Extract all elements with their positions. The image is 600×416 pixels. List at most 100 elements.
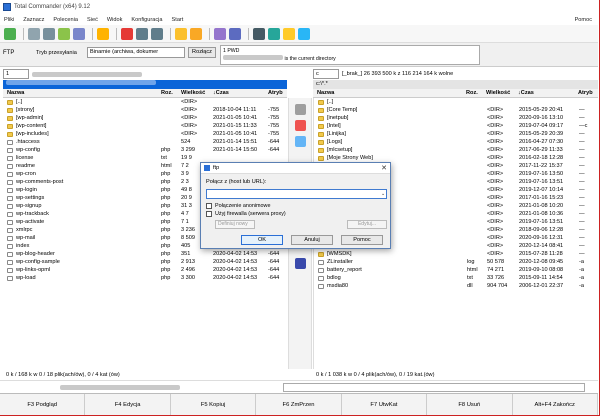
multi-rename-icon[interactable] xyxy=(268,27,280,40)
refresh-icon[interactable] xyxy=(4,27,16,40)
left-path-bar[interactable] xyxy=(3,80,287,89)
col-name[interactable]: Nazwa xyxy=(7,90,24,96)
search-icon[interactable] xyxy=(253,27,265,40)
dialog-title: ftp xyxy=(213,165,220,171)
f5-copy-button[interactable]: F5 Kopiuj xyxy=(170,394,257,415)
list-item[interactable]: [wp-admin] <DIR> 2021-01-05 10:41 -755 xyxy=(3,114,287,122)
unzip-icon[interactable] xyxy=(190,27,202,40)
f4-edit-button[interactable]: F4 Edycja xyxy=(85,394,171,415)
list-item[interactable]: [Core Temp] <DIR> 2015-05-29 20:41 — xyxy=(314,106,598,114)
list-item[interactable]: .htaccess 524 2021-01-14 15:51 -644 xyxy=(3,138,287,146)
list-item[interactable]: ZLinstaller log 50 578 2020-12-08 09:45 -a xyxy=(314,258,598,266)
command-line-input[interactable] xyxy=(283,383,585,392)
disconnect-button[interactable]: Rozłącz xyxy=(188,47,216,58)
list-item[interactable]: [Intel] <DIR> 2019-07-04 09:17 —c xyxy=(314,122,598,130)
thumbnails-icon[interactable] xyxy=(58,27,70,40)
f3-view-button[interactable]: F3 Podgląd xyxy=(0,394,86,415)
altf4-exit-button[interactable]: Alt+F4 Zakończ xyxy=(512,394,598,415)
list-item[interactable]: wp-links-opml php 2 496 2020-04-02 14:53 -64… xyxy=(3,266,287,274)
forward-icon[interactable] xyxy=(151,27,163,40)
col-attr[interactable]: Atryb xyxy=(578,90,593,96)
menu-pomoc[interactable]: Pomoc xyxy=(575,17,592,23)
full-view-icon[interactable] xyxy=(43,27,55,40)
anonymous-checkbox[interactable] xyxy=(206,203,212,209)
list-item[interactable]: [mlcsetup] <DIR> 2017-06-29 11:33 — xyxy=(314,146,598,154)
col-attr[interactable]: Atryb xyxy=(268,90,283,96)
col-name[interactable]: Nazwa xyxy=(317,90,334,96)
list-item[interactable]: wp-blog-header php 351 2020-04-02 14:53 -644 xyxy=(3,250,287,258)
item-date: 2021-01-05 10:41 xyxy=(213,131,258,137)
list-item[interactable]: [Logs] <DIR> 2016-04-27 07:30 — xyxy=(314,138,598,146)
list-item[interactable]: msdia80 dll 904 704 2006-12-01 22:37 -a xyxy=(314,282,598,290)
list-item[interactable]: wp-config php 3 299 2021-01-14 15:50 -644 xyxy=(3,146,287,154)
list-item[interactable]: wp-config-sample php 2 913 2020-04-02 14:53… xyxy=(3,258,287,266)
redacted-text xyxy=(6,80,156,85)
list-item[interactable]: wp-load php 3 300 2020-04-02 14:53 -644 xyxy=(3,274,287,282)
vbar-delete-icon[interactable] xyxy=(295,120,306,131)
list-item[interactable]: [strony] <DIR> 2018-10-04 11:11 -755 xyxy=(3,106,287,114)
zip-icon[interactable] xyxy=(175,27,187,40)
brief-view-icon[interactable] xyxy=(28,27,40,40)
item-attr: — xyxy=(579,187,585,193)
list-item[interactable]: battery_report html 74 271 2019-09-10 08:08… xyxy=(314,266,598,274)
list-item[interactable]: [WMSDK] <DIR> 2015-07-28 11:28 — xyxy=(314,250,598,258)
right-path-bar[interactable]: c:\*.* xyxy=(313,80,598,89)
menu-widok[interactable]: Widok xyxy=(107,17,123,23)
ftp-connect-icon[interactable] xyxy=(214,27,226,40)
list-item[interactable]: [Linijka] <DIR> 2015-05-29 20:39 — xyxy=(314,130,598,138)
list-item[interactable]: [wp-content] <DIR> 2021-01-15 11:33 -755 xyxy=(3,122,287,130)
col-ext[interactable]: Roz. xyxy=(161,90,173,96)
menu-siec[interactable]: Sieć xyxy=(87,17,98,23)
item-attr: -755 xyxy=(268,131,280,137)
list-item[interactable]: [..] xyxy=(314,98,598,106)
file-icon xyxy=(7,227,13,233)
list-item[interactable]: bdlog txt 33 726 2015-09-11 14:54 -a xyxy=(314,274,598,282)
chevron-down-icon[interactable]: ⌄ xyxy=(381,191,389,197)
col-date[interactable]: ↓Czas xyxy=(518,90,534,96)
f8-delete-button[interactable]: F8 Usuń xyxy=(427,394,513,415)
item-name: [Moje Strony Web] xyxy=(327,155,373,161)
vbar-save-icon[interactable] xyxy=(295,258,306,269)
vbar-view-icon[interactable] xyxy=(295,136,306,147)
ftp-new-connection-icon[interactable] xyxy=(229,27,241,40)
item-name: [wp-content] xyxy=(16,123,47,129)
edit-proxy-button[interactable]: Edytuj... xyxy=(347,220,387,229)
firewall-checkbox[interactable] xyxy=(206,211,212,217)
menu-start[interactable]: Start xyxy=(172,17,184,23)
col-date[interactable]: ↓Czas xyxy=(213,90,229,96)
col-ext[interactable]: Roz. xyxy=(466,90,478,96)
ftp-log[interactable]: 1 PWD is the current directory xyxy=(220,45,480,65)
item-name: [..] xyxy=(327,99,334,105)
col-size[interactable]: Wielkość xyxy=(486,90,510,96)
help-button[interactable]: Pomoc xyxy=(341,235,383,245)
col-size[interactable]: Wielkość xyxy=(181,90,205,96)
list-item[interactable]: [inetpub] <DIR> 2020-09-16 13:10 — xyxy=(314,114,598,122)
transfer-mode-select[interactable]: Binarnie (archiwa, dokumer xyxy=(87,47,185,58)
vbar-copy-icon[interactable] xyxy=(295,104,306,115)
proxy-select[interactable]: Definiuj nowy xyxy=(215,220,255,229)
ok-button[interactable]: OK xyxy=(241,235,283,245)
cancel-button[interactable]: Anuluj xyxy=(291,235,333,245)
ftp-label: FTP xyxy=(3,50,15,56)
pack-icon[interactable] xyxy=(97,27,109,40)
f6-move-button[interactable]: F6 ZmPrzen xyxy=(256,394,342,415)
back-icon[interactable] xyxy=(136,27,148,40)
menu-polecenia[interactable]: Polecenia xyxy=(53,17,78,23)
list-item[interactable]: [wp-includes] <DIR> 2021-01-05 10:41 -755 xyxy=(3,130,287,138)
close-icon[interactable]: ✕ xyxy=(381,164,387,172)
menu-zaznacz[interactable]: Zaznacz xyxy=(23,17,44,23)
tree-icon[interactable] xyxy=(73,27,85,40)
notepad-icon[interactable] xyxy=(298,27,310,40)
left-drive-select[interactable]: 1 xyxy=(3,69,29,79)
invert-selection-icon[interactable] xyxy=(121,27,133,40)
menu-pliki[interactable]: Pliki xyxy=(4,17,14,23)
list-item[interactable]: license txt 19 9 xyxy=(3,154,287,162)
list-item[interactable]: [Moje Strony Web] <DIR> 2016-02-18 12:28 — xyxy=(314,154,598,162)
list-item[interactable]: [..] <DIR> xyxy=(3,98,287,106)
f7-mkdir-button[interactable]: F7 UtwKat xyxy=(341,394,428,415)
item-ext: txt xyxy=(467,275,473,281)
menu-konfiguracja[interactable]: Konfiguracja xyxy=(131,17,162,23)
sync-dirs-icon[interactable] xyxy=(283,27,295,40)
right-drive-select[interactable]: c xyxy=(313,69,339,79)
host-url-input[interactable] xyxy=(206,189,387,199)
